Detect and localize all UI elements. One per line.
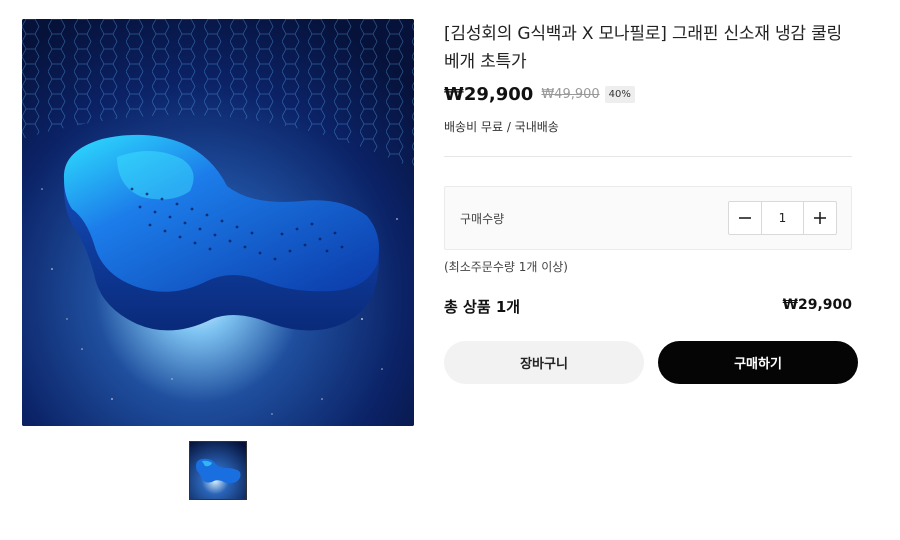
product-title: [김성회의 G식백과 X 모나필로] 그래핀 신소재 냉감 쿨링 베개 초특가 (444, 24, 842, 72)
original-price: ₩49,900 (541, 87, 600, 102)
buy-now-button[interactable]: 구매하기 (658, 341, 858, 384)
divider (444, 156, 852, 157)
plus-icon (814, 212, 826, 224)
minimum-order-note: (최소주문수량 1개 이상) (444, 260, 568, 274)
increase-quantity-button[interactable] (803, 202, 836, 234)
add-to-cart-button[interactable]: 장바구니 (444, 341, 644, 384)
quantity-value[interactable]: 1 (762, 202, 803, 234)
pillow-illustration (22, 19, 414, 426)
minus-icon (739, 217, 751, 219)
product-thumbnail[interactable] (189, 441, 247, 500)
total-label: 총 상품 1개 (444, 298, 521, 316)
quantity-stepper[interactable]: 1 (728, 201, 837, 235)
product-main-image (22, 19, 414, 426)
quantity-label: 구매수량 (460, 212, 505, 226)
shipping-info: 배송비 무료 / 국내배송 (444, 120, 559, 134)
pillow-thumbnail-illustration (190, 442, 246, 499)
decrease-quantity-button[interactable] (729, 202, 762, 234)
price-row: ₩29,900 ₩49,900 40% (444, 84, 635, 105)
sale-price: ₩29,900 (444, 84, 534, 105)
discount-badge: 40% (604, 86, 635, 103)
quantity-box: 구매수량 1 (444, 186, 852, 250)
total-price: ₩29,900 (782, 297, 852, 313)
